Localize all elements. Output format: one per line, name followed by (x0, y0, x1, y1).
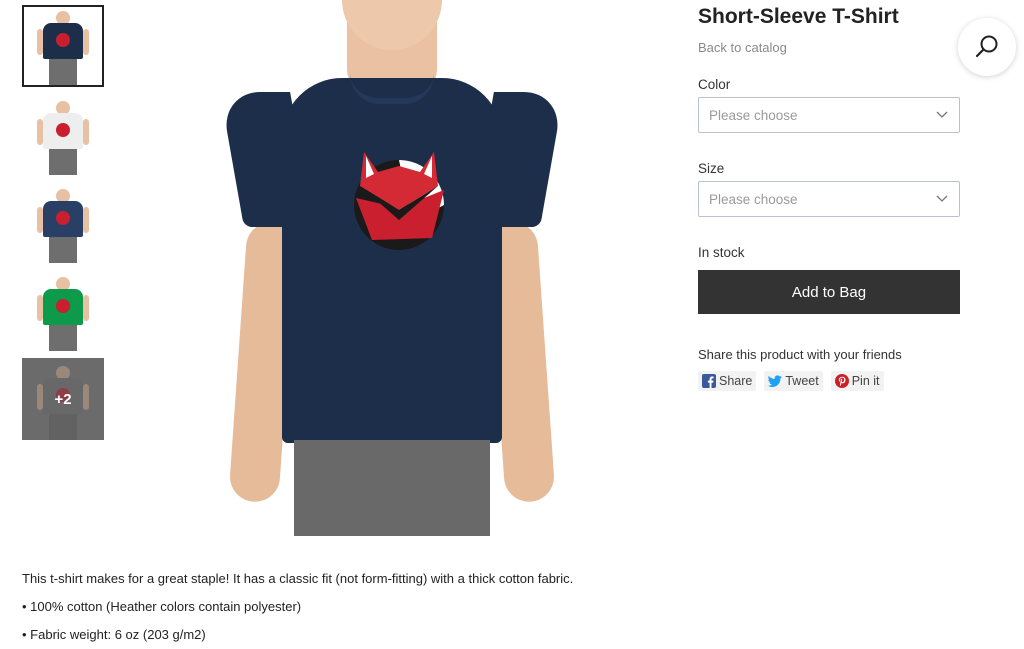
share-title: Share this product with your friends (698, 347, 902, 362)
thumbnail-navy[interactable] (22, 5, 104, 87)
facebook-share-label: Share (719, 374, 753, 388)
size-select-value: Please choose (709, 191, 798, 207)
thumbnail-image (37, 101, 89, 175)
stock-status: In stock (698, 245, 745, 260)
size-select[interactable]: Please choose (698, 181, 960, 217)
facebook-icon (702, 374, 716, 388)
fox-logo (354, 152, 444, 250)
twitter-share-label: Tweet (785, 374, 819, 388)
facebook-share-button[interactable]: Share (698, 371, 757, 391)
product-title: Short-Sleeve T-Shirt (698, 5, 899, 28)
thumbnail-white[interactable] (22, 93, 104, 175)
chevron-down-icon (935, 192, 949, 206)
thumbnail-more[interactable]: +2 (22, 358, 104, 440)
search-icon (975, 35, 998, 58)
thumbnail-image (37, 11, 89, 85)
color-select[interactable]: Please choose (698, 97, 960, 133)
more-images-count: +2 (22, 358, 104, 440)
product-description: This t-shirt makes for a great staple! I… (22, 565, 722, 649)
share-buttons: Share Tweet Pin it (698, 371, 884, 391)
thumbnail-blue[interactable] (22, 181, 104, 263)
color-select-value: Please choose (709, 107, 798, 123)
back-to-catalog-link[interactable]: Back to catalog (698, 40, 787, 55)
description-bullet: • Fabric weight: 6 oz (203 g/m2) (22, 627, 206, 642)
thumbnail-image (37, 277, 89, 351)
description-intro: This t-shirt makes for a great staple! I… (22, 571, 574, 586)
twitter-icon (768, 374, 783, 388)
twitter-share-button[interactable]: Tweet (764, 371, 823, 391)
description-bullet: • 100% cotton (Heather colors contain po… (22, 599, 302, 614)
thumbnail-image (37, 189, 89, 263)
pinterest-icon (834, 374, 849, 388)
thumbnail-green[interactable] (22, 269, 104, 351)
chevron-down-icon (935, 108, 949, 122)
size-label: Size (698, 161, 725, 176)
pinterest-share-label: Pin it (851, 374, 880, 388)
color-label: Color (698, 77, 731, 92)
search-button[interactable] (958, 18, 1016, 76)
product-main-image (220, 0, 564, 536)
pinterest-share-button[interactable]: Pin it (830, 371, 884, 391)
add-to-bag-button[interactable]: Add to Bag (698, 270, 960, 314)
